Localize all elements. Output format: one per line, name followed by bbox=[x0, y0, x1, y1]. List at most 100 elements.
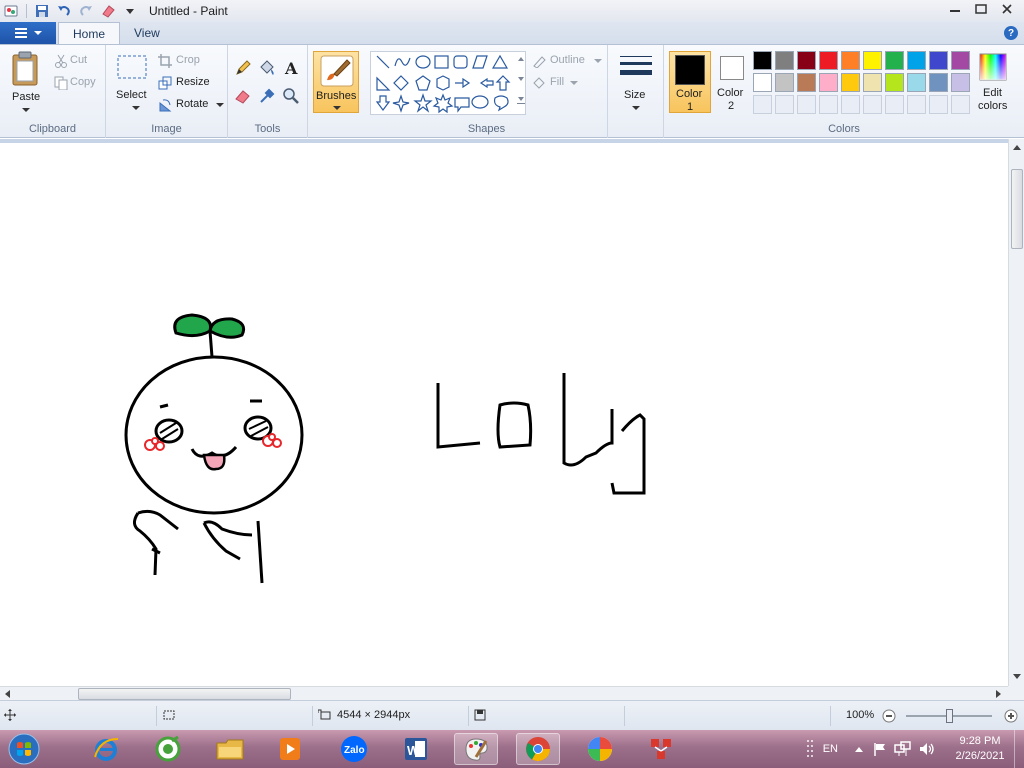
eraser-tool[interactable] bbox=[234, 87, 254, 107]
volume-icon[interactable] bbox=[918, 741, 936, 757]
language-indicator[interactable]: EN bbox=[823, 743, 838, 755]
color1-button[interactable]: Color 1 bbox=[669, 51, 711, 113]
show-hidden-icons-icon[interactable] bbox=[854, 744, 864, 754]
palette-custom-slot[interactable] bbox=[841, 95, 860, 114]
paste-button[interactable]: Paste bbox=[6, 49, 46, 115]
palette-swatch[interactable] bbox=[951, 51, 970, 70]
size-button[interactable]: Size bbox=[614, 51, 658, 113]
taskbar-zalo[interactable]: Zalo bbox=[332, 733, 376, 765]
brushes-button[interactable]: Brushes bbox=[313, 51, 359, 113]
palette-swatch[interactable] bbox=[753, 51, 772, 70]
palette-custom-slot[interactable] bbox=[907, 95, 926, 114]
scroll-down-arrow-icon[interactable] bbox=[1009, 671, 1024, 683]
eraser-icon[interactable] bbox=[99, 2, 117, 20]
palette-swatch[interactable] bbox=[929, 73, 948, 92]
color2-button[interactable]: Color 2 bbox=[713, 51, 749, 113]
palette-custom-slot[interactable] bbox=[951, 95, 970, 114]
palette-swatch[interactable] bbox=[929, 51, 948, 70]
taskbar-clock[interactable]: 9:28 PM 2/26/2021 bbox=[946, 734, 1014, 764]
maximize-button[interactable] bbox=[968, 0, 994, 18]
tab-view[interactable]: View bbox=[120, 22, 174, 44]
vertical-scroll-thumb[interactable] bbox=[1011, 169, 1023, 249]
palette-custom-slot[interactable] bbox=[797, 95, 816, 114]
horizontal-scrollbar[interactable] bbox=[0, 686, 1008, 700]
palette-custom-slot[interactable] bbox=[885, 95, 904, 114]
color-palette bbox=[753, 51, 973, 117]
palette-swatch[interactable] bbox=[863, 51, 882, 70]
palette-swatch[interactable] bbox=[841, 51, 860, 70]
taskbar-coccoc-browser[interactable] bbox=[146, 733, 190, 765]
taskbar-chrome[interactable] bbox=[516, 733, 560, 765]
palette-custom-slot[interactable] bbox=[929, 95, 948, 114]
action-center-flag-icon[interactable] bbox=[872, 741, 888, 757]
palette-swatch[interactable] bbox=[797, 73, 816, 92]
window-controls bbox=[942, 0, 1020, 18]
palette-swatch[interactable] bbox=[863, 73, 882, 92]
palette-swatch[interactable] bbox=[775, 73, 794, 92]
scroll-left-arrow-icon[interactable] bbox=[2, 688, 14, 700]
palette-swatch[interactable] bbox=[951, 73, 970, 92]
scroll-right-arrow-icon[interactable] bbox=[992, 688, 1004, 700]
copy-button[interactable]: Copy bbox=[54, 75, 102, 91]
pencil-tool[interactable] bbox=[234, 59, 254, 79]
taskbar-word[interactable]: W bbox=[394, 733, 438, 765]
save-icon[interactable] bbox=[33, 2, 51, 20]
palette-custom-slot[interactable] bbox=[753, 95, 772, 114]
palette-swatch[interactable] bbox=[819, 73, 838, 92]
palette-swatch[interactable] bbox=[753, 73, 772, 92]
clipboard-group-label: Clipboard bbox=[28, 123, 77, 135]
resize-button[interactable]: Resize bbox=[158, 75, 222, 91]
taskbar-media-player[interactable] bbox=[268, 733, 312, 765]
taskbar-network-app[interactable] bbox=[640, 733, 684, 765]
help-icon[interactable]: ? bbox=[1004, 26, 1018, 40]
color-picker-tool[interactable] bbox=[258, 87, 278, 107]
outline-button[interactable]: Outline bbox=[532, 53, 602, 69]
start-button[interactable] bbox=[2, 733, 46, 765]
palette-swatch[interactable] bbox=[885, 73, 904, 92]
shapes-gallery[interactable] bbox=[370, 51, 526, 115]
taskbar-file-explorer[interactable] bbox=[208, 733, 252, 765]
palette-custom-slot[interactable] bbox=[819, 95, 838, 114]
canvas-area[interactable] bbox=[0, 139, 1008, 686]
tab-home[interactable]: Home bbox=[58, 22, 121, 44]
vertical-scrollbar[interactable] bbox=[1008, 139, 1024, 686]
close-button[interactable] bbox=[994, 0, 1020, 18]
palette-custom-slot[interactable] bbox=[775, 95, 794, 114]
magnifier-tool[interactable] bbox=[282, 87, 302, 107]
select-button[interactable]: Select bbox=[112, 51, 152, 113]
horizontal-scroll-thumb[interactable] bbox=[78, 688, 291, 700]
drawing-canvas[interactable] bbox=[0, 143, 1008, 686]
scroll-up-arrow-icon[interactable] bbox=[1009, 141, 1024, 153]
zoom-slider[interactable] bbox=[906, 709, 992, 723]
palette-swatch[interactable] bbox=[797, 51, 816, 70]
fill-button[interactable]: Fill bbox=[532, 75, 592, 91]
taskbar-paint[interactable] bbox=[454, 733, 498, 765]
zoom-slider-thumb[interactable] bbox=[946, 709, 953, 723]
taskbar-color-app[interactable] bbox=[578, 733, 622, 765]
redo-icon[interactable] bbox=[77, 2, 95, 20]
paint-app-icon[interactable] bbox=[2, 2, 20, 20]
show-desktop-button[interactable] bbox=[1014, 730, 1024, 768]
text-tool[interactable]: A bbox=[282, 59, 302, 79]
network-icon[interactable] bbox=[894, 741, 912, 757]
zoom-in-icon[interactable] bbox=[1004, 709, 1018, 723]
fill-tool[interactable] bbox=[258, 59, 278, 79]
undo-icon[interactable] bbox=[55, 2, 73, 20]
zoom-out-icon[interactable] bbox=[882, 709, 896, 723]
palette-custom-slot[interactable] bbox=[863, 95, 882, 114]
taskbar-internet-explorer[interactable] bbox=[84, 733, 128, 765]
palette-swatch[interactable] bbox=[885, 51, 904, 70]
edit-colors-button[interactable]: Edit colors bbox=[976, 51, 1012, 113]
rotate-button[interactable]: Rotate bbox=[158, 97, 226, 113]
palette-swatch[interactable] bbox=[819, 51, 838, 70]
minimize-button[interactable] bbox=[942, 0, 968, 18]
palette-swatch[interactable] bbox=[841, 73, 860, 92]
palette-swatch[interactable] bbox=[907, 51, 926, 70]
crop-button[interactable]: Crop bbox=[158, 53, 218, 69]
customize-qat-icon[interactable] bbox=[121, 2, 139, 20]
file-menu-button[interactable] bbox=[0, 22, 56, 44]
cut-button[interactable]: Cut bbox=[54, 53, 102, 69]
palette-swatch[interactable] bbox=[907, 73, 926, 92]
palette-swatch[interactable] bbox=[775, 51, 794, 70]
shapes-scroll[interactable] bbox=[516, 51, 526, 115]
